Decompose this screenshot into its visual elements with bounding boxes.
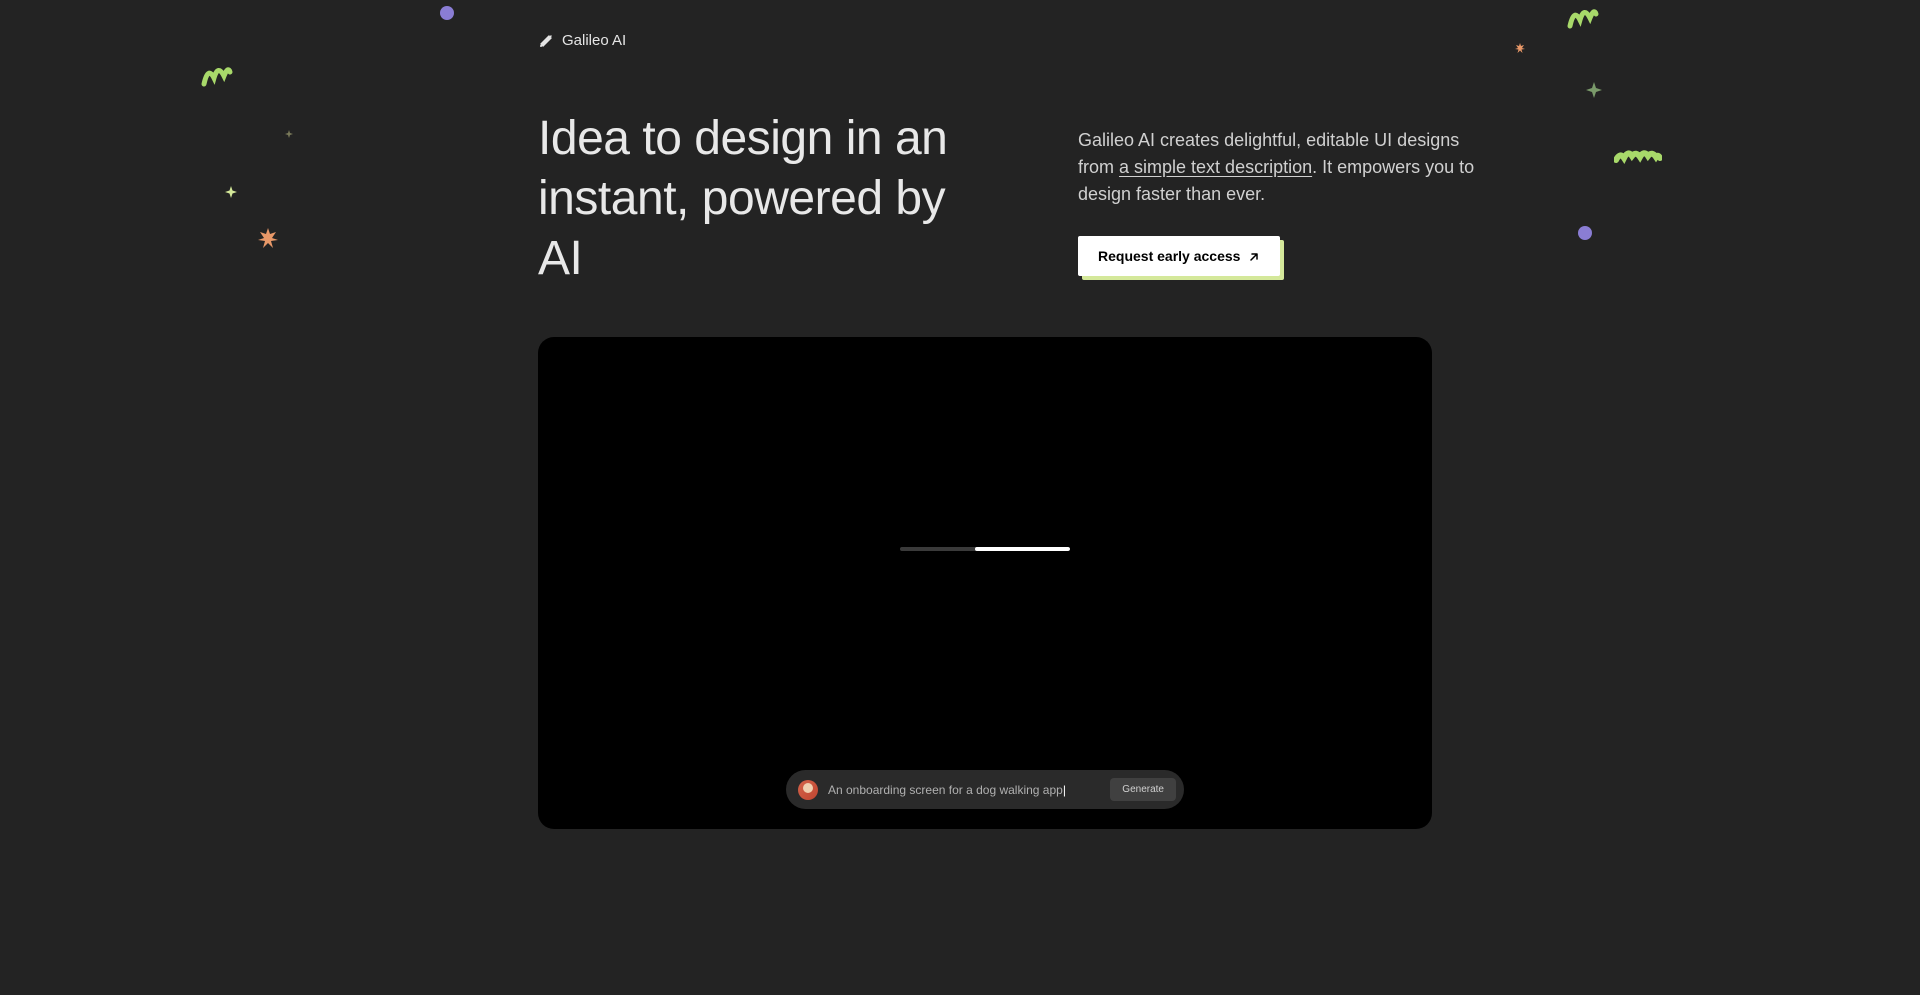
prompt-input[interactable]: An onboarding screen for a dog walking a… (828, 783, 1100, 797)
logo-icon (538, 33, 554, 49)
star-icon (285, 125, 293, 143)
star-icon (225, 185, 237, 203)
cta-label: Request early access (1098, 248, 1240, 264)
arrow-up-right-icon (1248, 250, 1260, 262)
progress-fill (975, 547, 1070, 551)
scribble-icon (1566, 0, 1600, 37)
circle-icon (1578, 226, 1592, 240)
logo[interactable]: Galileo AI (538, 0, 1540, 49)
prompt-bar[interactable]: An onboarding screen for a dog walking a… (786, 770, 1184, 809)
logo-text: Galileo AI (562, 32, 626, 49)
generate-button[interactable]: Generate (1110, 778, 1176, 801)
request-early-access-button[interactable]: Request early access (1078, 236, 1280, 276)
hero-title: Idea to design in an instant, powered by… (538, 109, 998, 289)
avatar (798, 780, 818, 800)
desc-highlight: a simple text description (1119, 157, 1312, 177)
progress-bar (900, 547, 1070, 551)
hero-description: Galileo AI creates delightful, editable … (1078, 127, 1498, 208)
text-cursor: | (1063, 783, 1066, 797)
scribble-icon (200, 58, 234, 95)
prompt-text-value: An onboarding screen for a dog walking a… (828, 783, 1063, 797)
cloud-scribble-icon (1614, 148, 1662, 171)
star-icon (1586, 82, 1602, 103)
demo-panel: An onboarding screen for a dog walking a… (538, 337, 1432, 829)
burst-icon (258, 228, 278, 253)
